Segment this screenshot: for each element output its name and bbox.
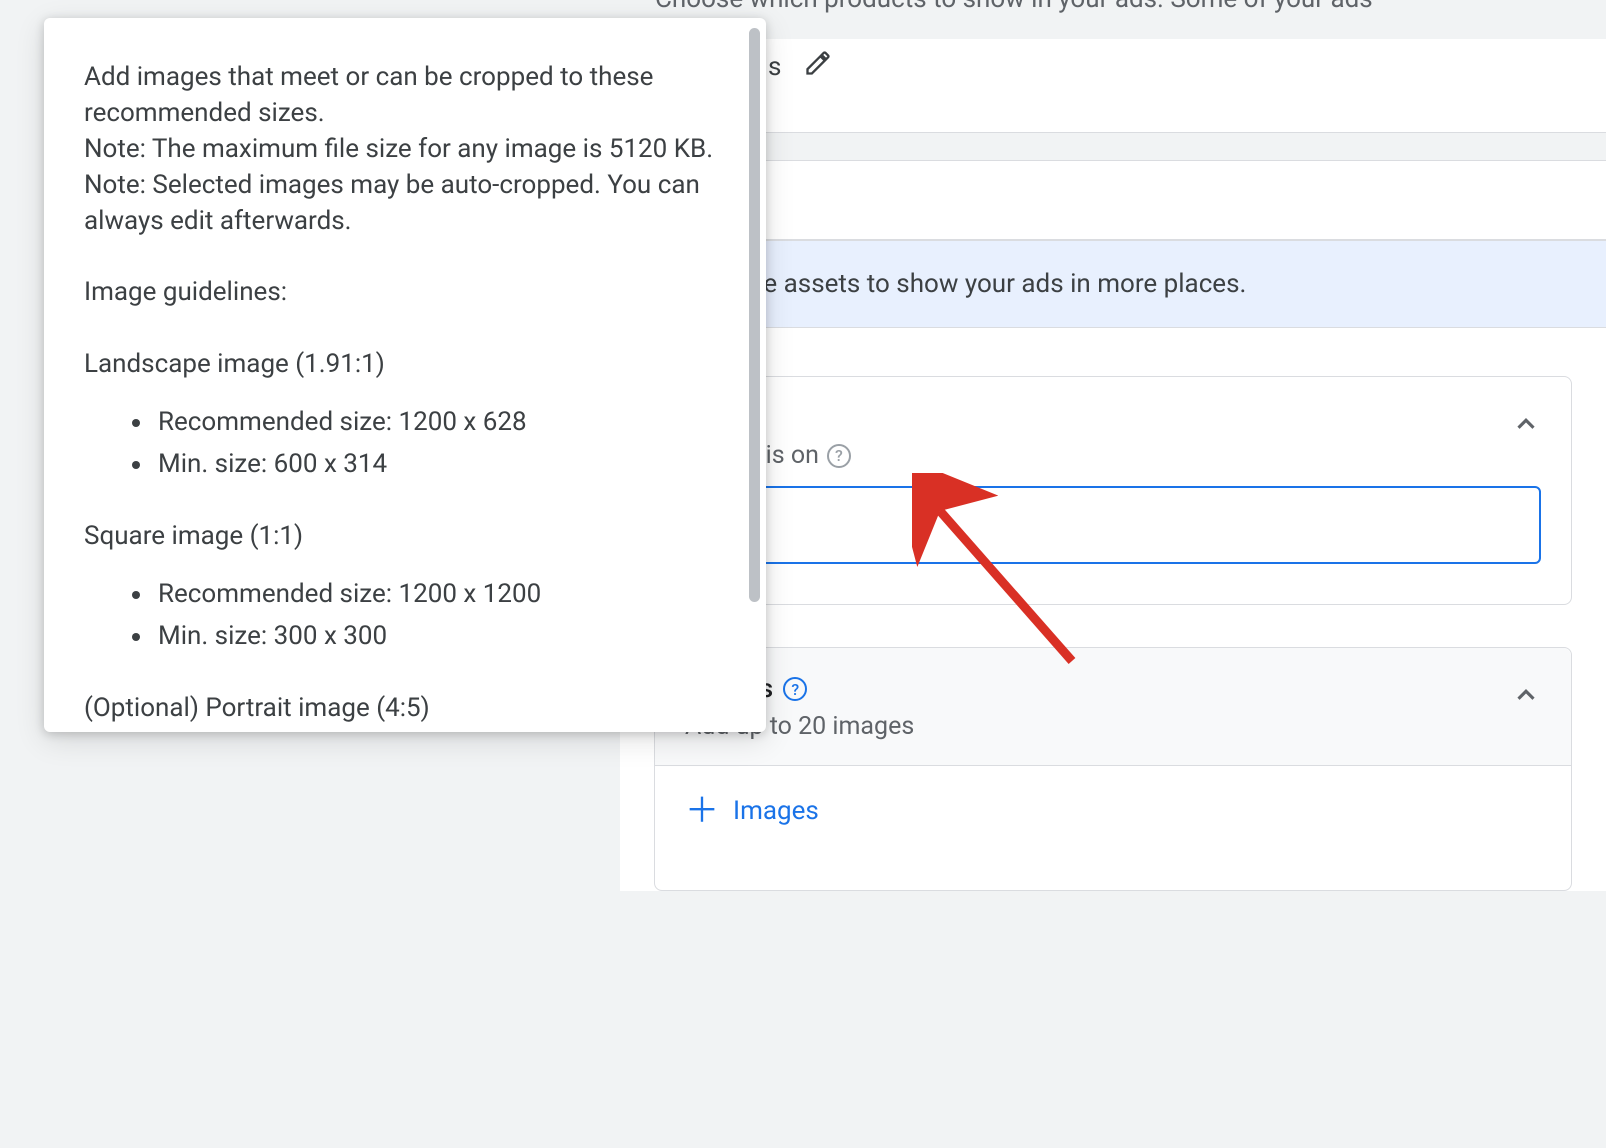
tooltip-square-heading: Square image (1:1) — [84, 519, 726, 555]
tooltip-portrait-heading: (Optional) Portrait image (4:5) — [84, 691, 726, 727]
tooltip-square-list: Recommended size: 1200 x 1200 Min. size:… — [84, 577, 726, 655]
chevron-up-icon[interactable] — [1511, 409, 1541, 443]
section-gap — [620, 133, 1606, 160]
plus-icon: ＋ — [685, 794, 719, 828]
help-icon[interactable]: ? — [783, 677, 807, 701]
images-card-header-text: Images ? Add up to 20 images — [685, 674, 1511, 741]
tooltip-landscape-heading: Landscape image (1.91:1) — [84, 347, 726, 383]
final-url-input[interactable]: L — [685, 486, 1541, 564]
tooltip-note1: Note: The maximum file size for any imag… — [84, 132, 726, 168]
url-input-wrap: L — [655, 484, 1571, 604]
images-card-title-row: Images ? — [685, 674, 1511, 704]
tooltip-landscape-rec: Recommended size: 1200 x 628 — [154, 405, 726, 441]
products-label-fragment: s — [768, 52, 782, 82]
images-card: Images ? Add up to 20 images ＋ Images — [654, 647, 1572, 891]
tooltip-guidelines-heading: Image guidelines: — [84, 275, 726, 311]
banner-text: ore assets to show your ads in more plac… — [740, 269, 1246, 299]
tooltip-landscape-min: Min. size: 600 x 314 — [154, 447, 726, 483]
edit-icon[interactable] — [804, 49, 832, 84]
url-card-header-text: L ansion is on ? — [685, 403, 1511, 470]
intro-text: Choose which products to show in your ad… — [655, 0, 1571, 14]
url-card-header[interactable]: L ansion is on ? — [655, 377, 1571, 484]
url-card-title: L — [685, 403, 1511, 433]
final-url-card: L ansion is on ? L — [654, 376, 1572, 605]
main-content: Choose which products to show in your ad… — [620, 0, 1606, 1148]
help-icon[interactable]: ? — [827, 444, 851, 468]
add-images-label: Images — [733, 796, 819, 826]
tooltip-square-min: Min. size: 300 x 300 — [154, 619, 726, 655]
tooltip-note2: Note: Selected images may be auto-croppe… — [84, 168, 726, 240]
tooltip-scrollbar[interactable] — [749, 28, 760, 602]
section-white — [620, 160, 1606, 240]
tooltip-landscape-list: Recommended size: 1200 x 628 Min. size: … — [84, 405, 726, 483]
info-banner: ore assets to show your ads in more plac… — [620, 240, 1606, 328]
images-card-body: ＋ Images — [655, 765, 1571, 890]
products-row: s — [620, 39, 1606, 133]
image-guidelines-tooltip: Add images that meet or can be cropped t… — [44, 18, 766, 732]
cards-wrap: L ansion is on ? L — [620, 328, 1606, 891]
tooltip-square-rec: Recommended size: 1200 x 1200 — [154, 577, 726, 613]
images-card-header[interactable]: Images ? Add up to 20 images — [655, 648, 1571, 765]
url-card-subtitle: ansion is on ? — [685, 441, 1511, 470]
tooltip-intro: Add images that meet or can be cropped t… — [84, 60, 726, 132]
images-card-subtitle: Add up to 20 images — [685, 712, 1511, 741]
add-images-button[interactable]: ＋ Images — [685, 794, 819, 828]
chevron-up-icon[interactable] — [1511, 680, 1541, 714]
